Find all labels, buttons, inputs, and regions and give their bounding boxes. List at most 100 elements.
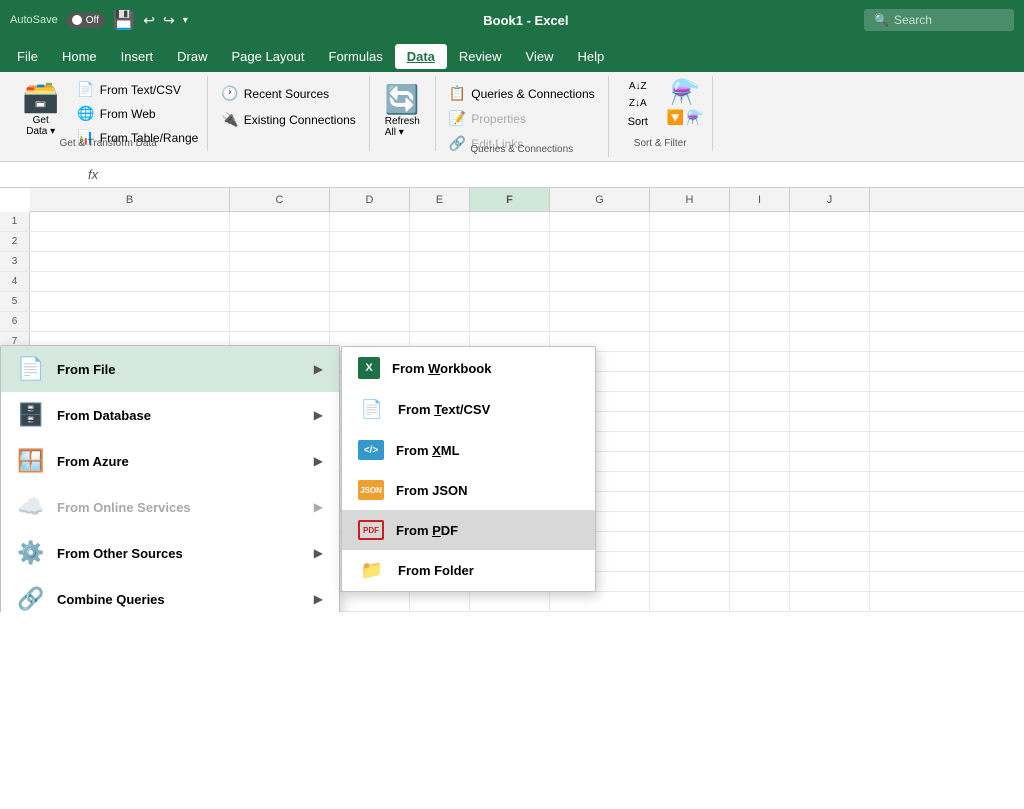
grid-cell[interactable] [470, 232, 550, 251]
grid-cell[interactable] [730, 492, 790, 511]
grid-cell[interactable] [30, 292, 230, 311]
grid-cell[interactable] [470, 212, 550, 231]
grid-cell[interactable] [790, 532, 870, 551]
sort-button[interactable]: Sort [617, 113, 659, 131]
grid-cell[interactable] [650, 472, 730, 491]
grid-cell[interactable] [470, 312, 550, 331]
grid-cell[interactable] [330, 312, 410, 331]
get-data-button[interactable]: 🗃️ GetData ▾ [13, 78, 68, 142]
sub-menu-item-text-csv[interactable]: 📄 From Text/CSV [342, 389, 595, 430]
grid-cell[interactable] [230, 312, 330, 331]
grid-cell[interactable] [230, 232, 330, 251]
sort-za-button[interactable]: Z↓A [628, 95, 648, 111]
grid-cell[interactable] [730, 592, 790, 611]
grid-cell[interactable] [730, 372, 790, 391]
grid-cell[interactable] [230, 292, 330, 311]
grid-cell[interactable] [470, 272, 550, 291]
grid-cell[interactable] [650, 252, 730, 271]
grid-cell[interactable] [650, 512, 730, 531]
sub-menu-item-folder[interactable]: 📁 From Folder [342, 550, 595, 591]
grid-cell[interactable] [410, 252, 470, 271]
grid-cell[interactable] [790, 372, 870, 391]
recent-sources-button[interactable]: 🕐 Recent Sources [216, 82, 334, 105]
grid-cell[interactable] [790, 592, 870, 611]
grid-cell[interactable] [790, 252, 870, 271]
grid-cell[interactable] [410, 212, 470, 231]
grid-cell[interactable] [790, 272, 870, 291]
grid-cell[interactable] [790, 332, 870, 351]
grid-cell[interactable] [730, 532, 790, 551]
menu-insert[interactable]: Insert [109, 44, 166, 69]
grid-cell[interactable] [650, 272, 730, 291]
properties-button[interactable]: 📝 Properties [444, 107, 531, 130]
grid-cell[interactable] [790, 312, 870, 331]
grid-cell[interactable] [730, 472, 790, 491]
grid-cell[interactable] [790, 572, 870, 591]
menu-file[interactable]: File [5, 44, 50, 69]
queries-connections-button[interactable]: 📋 Queries & Connections [444, 82, 600, 105]
grid-cell[interactable] [650, 492, 730, 511]
grid-cell[interactable] [550, 232, 650, 251]
grid-cell[interactable] [730, 352, 790, 371]
grid-cell[interactable] [230, 212, 330, 231]
menu-item-from-file[interactable]: 📄 From File ▶ X From Workbook 📄 From Tex… [1, 346, 339, 392]
filter-small-2[interactable]: ⚗️ [686, 109, 703, 126]
grid-cell[interactable] [650, 212, 730, 231]
sort-az-button[interactable]: A↓Z [628, 78, 648, 94]
grid-cell[interactable] [650, 552, 730, 571]
grid-cell[interactable] [790, 212, 870, 231]
menu-formulas[interactable]: Formulas [317, 44, 395, 69]
grid-cell[interactable] [550, 312, 650, 331]
grid-cell[interactable] [30, 212, 230, 231]
grid-cell[interactable] [330, 232, 410, 251]
grid-cell[interactable] [550, 212, 650, 231]
sub-menu-item-workbook[interactable]: X From Workbook [342, 347, 595, 389]
grid-cell[interactable] [790, 392, 870, 411]
grid-cell[interactable] [790, 472, 870, 491]
menu-help[interactable]: Help [565, 44, 616, 69]
grid-cell[interactable] [790, 412, 870, 431]
grid-cell[interactable] [30, 312, 230, 331]
grid-cell[interactable] [650, 432, 730, 451]
grid-cell[interactable] [730, 312, 790, 331]
menu-item-from-database[interactable]: 🗄️ From Database ▶ [1, 392, 339, 438]
grid-cell[interactable] [470, 592, 550, 611]
from-web-button[interactable]: 🌐 From Web [72, 102, 203, 125]
grid-cell[interactable] [550, 252, 650, 271]
grid-cell[interactable] [650, 332, 730, 351]
grid-cell[interactable] [330, 292, 410, 311]
grid-cell[interactable] [650, 452, 730, 471]
grid-cell[interactable] [790, 492, 870, 511]
filter-icon[interactable]: ⚗️ [670, 78, 700, 107]
grid-cell[interactable] [650, 292, 730, 311]
menu-item-combine-queries[interactable]: 🔗 Combine Queries ▶ [1, 576, 339, 612]
grid-cell[interactable] [790, 292, 870, 311]
refresh-all-button[interactable]: 🔄 RefreshAll ▾ [378, 78, 427, 143]
grid-cell[interactable] [410, 232, 470, 251]
autosave-toggle[interactable]: Off [66, 13, 105, 28]
grid-cell[interactable] [230, 272, 330, 291]
grid-cell[interactable] [730, 452, 790, 471]
grid-cell[interactable] [30, 252, 230, 271]
grid-cell[interactable] [650, 312, 730, 331]
grid-cell[interactable] [790, 452, 870, 471]
menu-draw[interactable]: Draw [165, 44, 219, 69]
menu-item-from-online[interactable]: ☁️ From Online Services ▶ [1, 484, 339, 530]
grid-cell[interactable] [730, 252, 790, 271]
grid-cell[interactable] [650, 372, 730, 391]
filter-small-1[interactable]: 🔽 [667, 109, 684, 126]
grid-cell[interactable] [790, 552, 870, 571]
grid-cell[interactable] [410, 312, 470, 331]
grid-cell[interactable] [790, 232, 870, 251]
save-icon[interactable]: 💾 [113, 10, 135, 31]
grid-cell[interactable] [550, 292, 650, 311]
grid-cell[interactable] [650, 232, 730, 251]
grid-cell[interactable] [730, 512, 790, 531]
grid-cell[interactable] [230, 252, 330, 271]
search-box[interactable]: 🔍 Search [864, 9, 1014, 31]
grid-cell[interactable] [330, 272, 410, 291]
grid-cell[interactable] [790, 512, 870, 531]
grid-cell[interactable] [730, 552, 790, 571]
grid-cell[interactable] [410, 272, 470, 291]
grid-cell[interactable] [410, 292, 470, 311]
